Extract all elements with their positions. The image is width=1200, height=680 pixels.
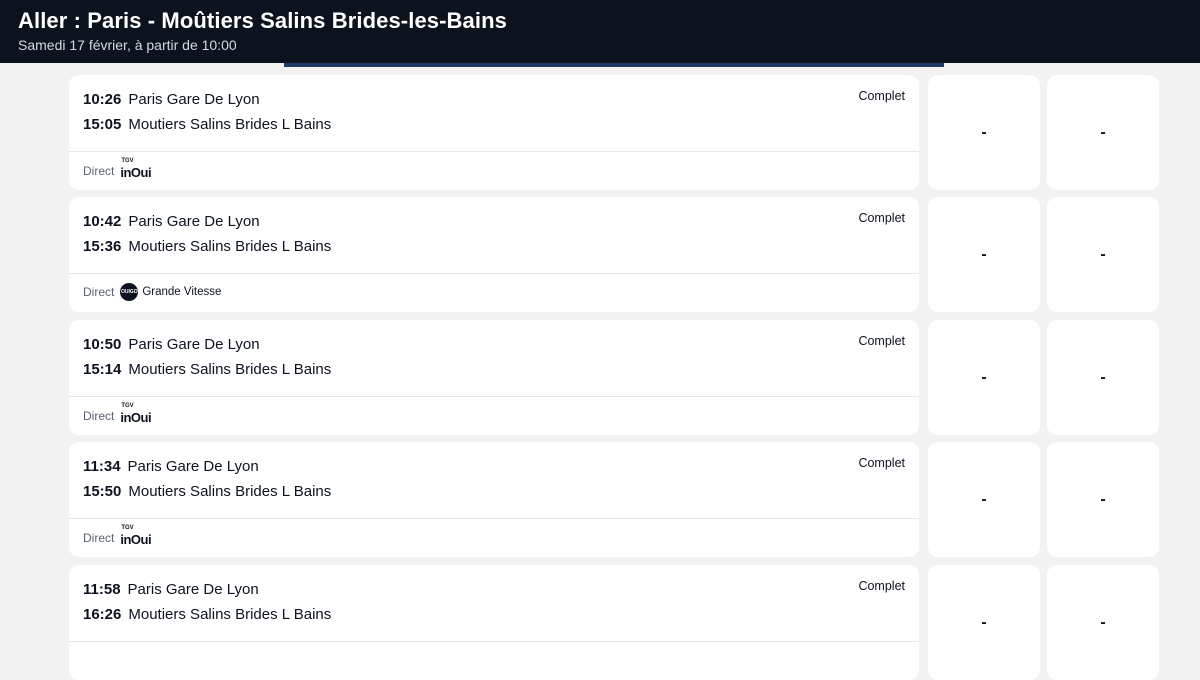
status-badge: Complet (858, 211, 905, 225)
trip-header: Aller : Paris - Moûtiers Salins Brides-l… (0, 0, 1200, 63)
arrival-station: Moutiers Salins Brides L Bains (128, 238, 332, 255)
price-cell-first[interactable]: - (928, 565, 1040, 680)
arrival-time: 15:14 (83, 361, 122, 378)
departure-station: Paris Gare De Lyon (128, 336, 260, 353)
journey-footer: Direct TGV inOui (83, 158, 152, 180)
departure-time: 11:58 (83, 581, 121, 598)
direct-label: Direct (83, 408, 115, 423)
journey-card[interactable]: 10:50 Paris Gare De Lyon 15:14 Moutiers Sa… (69, 320, 919, 435)
price-cell-second[interactable]: - (1047, 565, 1159, 680)
arrival-station: Moutiers Salins Brides L Bains (128, 361, 332, 378)
price-cell-second[interactable]: - (1047, 197, 1159, 312)
journey-card[interactable]: 10:42 Paris Gare De Lyon 15:36 Moutiers Sa… (69, 197, 919, 312)
arrival-time: 15:50 (83, 483, 122, 500)
arrival-time: 15:05 (83, 116, 122, 133)
hero-image-strip (284, 63, 944, 67)
price-cell-second[interactable]: - (1047, 442, 1159, 557)
price-cell-first[interactable]: - (928, 197, 1040, 312)
price-cell-first[interactable]: - (928, 75, 1040, 190)
tgv-logo-sup: TGV (121, 525, 134, 531)
arrival-row: 15:50 Moutiers Salins Brides L Bains (83, 483, 331, 500)
ouigo-logo-icon: OUIGO (120, 283, 139, 301)
carrier-label: Grande Vitesse (142, 286, 222, 298)
departure-row: 11:58 Paris Gare De Lyon (83, 581, 259, 598)
arrival-row: 15:05 Moutiers Salins Brides L Bains (83, 116, 331, 133)
price-cell-first[interactable]: - (928, 442, 1040, 557)
direct-label: Direct (83, 163, 115, 178)
status-badge: Complet (858, 89, 905, 103)
journey-list: 10:26 Paris Gare De Lyon 15:05 Moutiers Sa… (0, 0, 1200, 680)
departure-station: Paris Gare De Lyon (127, 458, 259, 475)
journey-footer: Direct OUIGO Grande Vitesse (83, 283, 221, 301)
arrival-station: Moutiers Salins Brides L Bains (128, 483, 332, 500)
departure-row: 10:42 Paris Gare De Lyon (83, 213, 260, 230)
page-subtitle: Samedi 17 février, à partir de 10:00 (18, 37, 237, 53)
departure-row: 11:34 Paris Gare De Lyon (83, 458, 259, 475)
journey-card[interactable]: 11:34 Paris Gare De Lyon 15:50 Moutiers Sa… (69, 442, 919, 557)
tgv-logo-sup: TGV (121, 403, 134, 409)
arrival-time: 16:26 (83, 606, 122, 623)
departure-row: 10:50 Paris Gare De Lyon (83, 336, 260, 353)
page-title: Aller : Paris - Moûtiers Salins Brides-l… (18, 8, 507, 33)
inoui-logo-text: inOui (120, 165, 152, 180)
departure-time: 11:34 (83, 458, 121, 475)
arrival-row: 15:36 Moutiers Salins Brides L Bains (83, 238, 331, 255)
divider (69, 518, 919, 519)
status-badge: Complet (858, 334, 905, 348)
arrival-time: 15:36 (83, 238, 122, 255)
tgv-inoui-logo: TGV inOui (120, 158, 152, 180)
price-cell-second[interactable]: - (1047, 320, 1159, 435)
departure-time: 10:42 (83, 213, 122, 230)
arrival-station: Moutiers Salins Brides L Bains (128, 606, 332, 623)
journey-footer: Direct TGV inOui (83, 403, 152, 425)
price-cell-first[interactable]: - (928, 320, 1040, 435)
price-cell-second[interactable]: - (1047, 75, 1159, 190)
divider (69, 273, 919, 274)
departure-time: 10:50 (83, 336, 122, 353)
arrival-station: Moutiers Salins Brides L Bains (128, 116, 332, 133)
departure-row: 10:26 Paris Gare De Lyon (83, 91, 260, 108)
direct-label: Direct (83, 530, 115, 545)
tgv-logo-sup: TGV (121, 158, 134, 164)
departure-station: Paris Gare De Lyon (127, 581, 259, 598)
departure-station: Paris Gare De Lyon (128, 91, 260, 108)
inoui-logo-text: inOui (120, 532, 152, 547)
departure-time: 10:26 (83, 91, 122, 108)
status-badge: Complet (858, 579, 905, 593)
direct-label: Direct (83, 285, 115, 299)
status-badge: Complet (858, 456, 905, 470)
divider (69, 396, 919, 397)
inoui-logo-text: inOui (120, 410, 152, 425)
arrival-row: 15:14 Moutiers Salins Brides L Bains (83, 361, 331, 378)
arrival-row: 16:26 Moutiers Salins Brides L Bains (83, 606, 331, 623)
journey-card[interactable]: 10:26 Paris Gare De Lyon 15:05 Moutiers Sa… (69, 75, 919, 190)
journey-footer: Direct TGV inOui (83, 525, 152, 547)
departure-station: Paris Gare De Lyon (128, 213, 260, 230)
tgv-inoui-logo: TGV inOui (120, 525, 152, 547)
journey-card[interactable]: 11:58 Paris Gare De Lyon 16:26 Moutiers Sa… (69, 565, 919, 680)
tgv-inoui-logo: TGV inOui (120, 403, 152, 425)
divider (69, 151, 919, 152)
divider (69, 641, 919, 642)
